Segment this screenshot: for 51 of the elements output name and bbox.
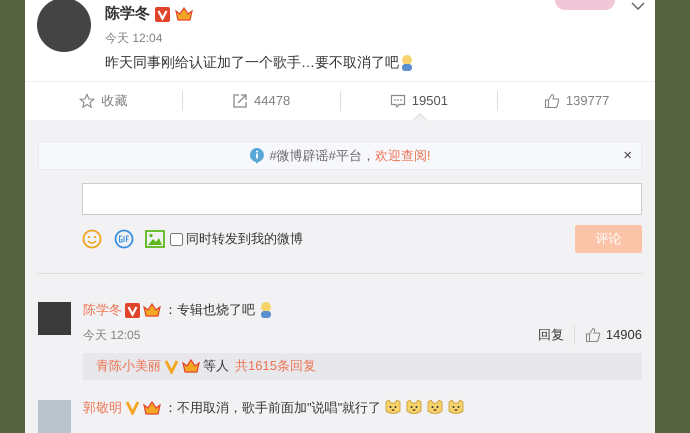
crown-badge-icon bbox=[143, 400, 161, 416]
close-button[interactable]: × bbox=[623, 148, 632, 163]
comment-text: ：不用取消，歌手前面加"说唱"就行了 bbox=[164, 398, 382, 417]
chevron-down-icon bbox=[631, 2, 645, 10]
comment-time: 今天 12:05 bbox=[83, 326, 140, 344]
dog-emoji-icon bbox=[384, 399, 402, 416]
share-arrow-icon bbox=[232, 93, 248, 109]
avatar bbox=[37, 0, 91, 52]
verified-badge-icon bbox=[125, 302, 140, 318]
like-button[interactable]: 14906 bbox=[574, 325, 642, 344]
post-time: 今天 12:04 bbox=[105, 30, 164, 47]
verified-badge-icon bbox=[125, 400, 140, 415]
comment-input[interactable] bbox=[82, 183, 642, 215]
commenter-avatar[interactable] bbox=[38, 400, 71, 432]
thread-count-link[interactable]: 共1615条回复 bbox=[235, 356, 316, 376]
gif-icon[interactable] bbox=[114, 229, 134, 249]
crown-badge-icon bbox=[182, 358, 200, 374]
reply-link[interactable]: 回复 bbox=[538, 325, 575, 344]
crown-badge-icon bbox=[143, 302, 161, 318]
commenter-name[interactable]: 陈学冬 bbox=[83, 300, 122, 320]
comment-text: ：专辑也烧了吧 bbox=[164, 301, 255, 320]
action-button[interactable]: 44478 bbox=[232, 91, 290, 111]
smiley-icon[interactable] bbox=[82, 229, 102, 249]
notice-link[interactable]: 欢迎查阅! bbox=[374, 146, 431, 166]
comment-icon bbox=[390, 93, 406, 109]
image-icon[interactable] bbox=[145, 230, 165, 248]
thread-text: 等人 bbox=[203, 357, 229, 376]
thumbs-up-icon bbox=[544, 93, 560, 109]
action-button[interactable]: 139777 bbox=[544, 91, 610, 111]
notice-text: #微博辟谣#平台， bbox=[269, 146, 375, 165]
action-button[interactable]: 收藏 bbox=[79, 91, 128, 111]
verified-badge-icon bbox=[155, 6, 170, 22]
star-icon bbox=[79, 93, 96, 109]
post-text: 昨天同事刚给认证加了一个歌手…要不取消了吧 bbox=[105, 53, 399, 72]
commenter-avatar[interactable] bbox=[38, 302, 71, 335]
dog-emoji-icon bbox=[405, 399, 424, 416]
thumbs-up-icon bbox=[584, 326, 601, 343]
thread-author[interactable]: 青陈小美丽 bbox=[96, 356, 161, 376]
author-name[interactable]: 陈学冬 bbox=[105, 2, 150, 26]
repost-label: 同时转发到我的微博 bbox=[186, 230, 303, 248]
praying-figure-emoji-icon bbox=[258, 301, 274, 319]
info-icon bbox=[249, 146, 266, 164]
sticker-image bbox=[555, 0, 615, 10]
repost-checkbox[interactable] bbox=[170, 232, 183, 246]
action-button[interactable]: 19501 bbox=[390, 91, 448, 111]
verified-badge-icon bbox=[164, 358, 179, 374]
praying-figure-emoji-icon bbox=[399, 54, 415, 72]
crown-badge-icon bbox=[175, 6, 193, 22]
dog-emoji-icon bbox=[447, 399, 466, 416]
dog-emoji-icon bbox=[426, 399, 444, 416]
commenter-name[interactable]: 郭敬明 bbox=[83, 398, 122, 418]
